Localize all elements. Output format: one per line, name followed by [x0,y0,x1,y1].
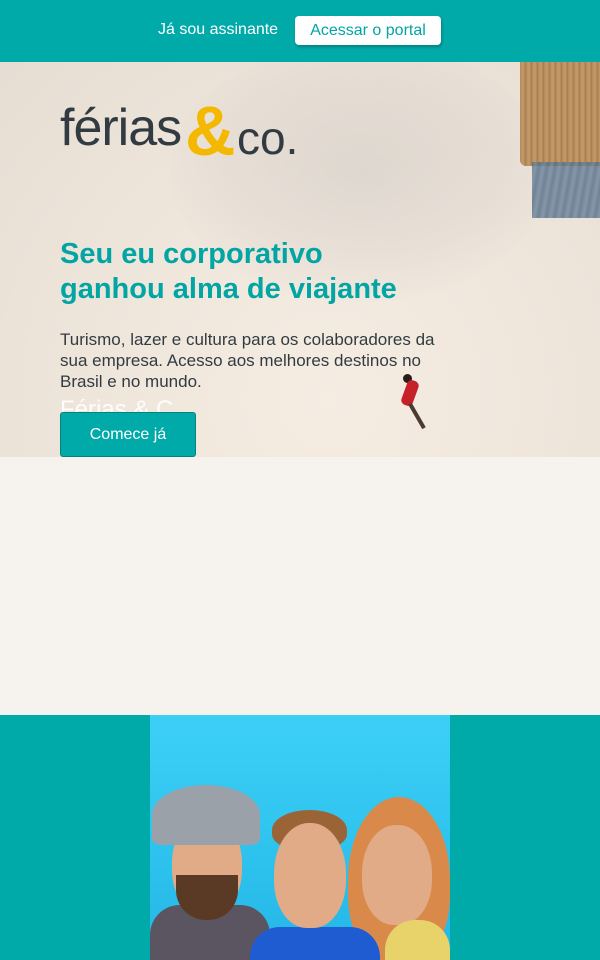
subscriber-label: Já sou assinante [158,21,279,38]
logo-suffix: co. [237,112,299,164]
headline-line-2: ganhou alma de viajante [60,273,397,305]
headline-line-1: Seu eu corporativo [60,238,323,270]
woman-face [362,825,432,925]
family-photo [150,715,450,960]
logo[interactable]: férias & co. [60,88,305,168]
boy-face [274,823,346,928]
start-now-button[interactable]: Comece já [60,412,196,457]
family-section [0,715,600,960]
logo-ampersand: & [185,92,236,170]
beach-hut-shadow [532,162,600,218]
hero-headline: Seu eu corporativo ganhou alma de viajan… [60,237,480,307]
access-portal-button[interactable]: Acessar o portal [295,16,441,45]
beach-person-image [398,374,432,434]
person-leg [408,402,426,430]
man-hat [152,785,260,845]
hero-section: férias & co. Seu eu corporativo ganhou a… [0,62,600,457]
boy-shirt [250,927,380,960]
logo-word: férias [60,99,182,157]
top-bar: Já sou assinante Acessar o portal [0,0,600,62]
beach-hut-image [520,62,600,166]
